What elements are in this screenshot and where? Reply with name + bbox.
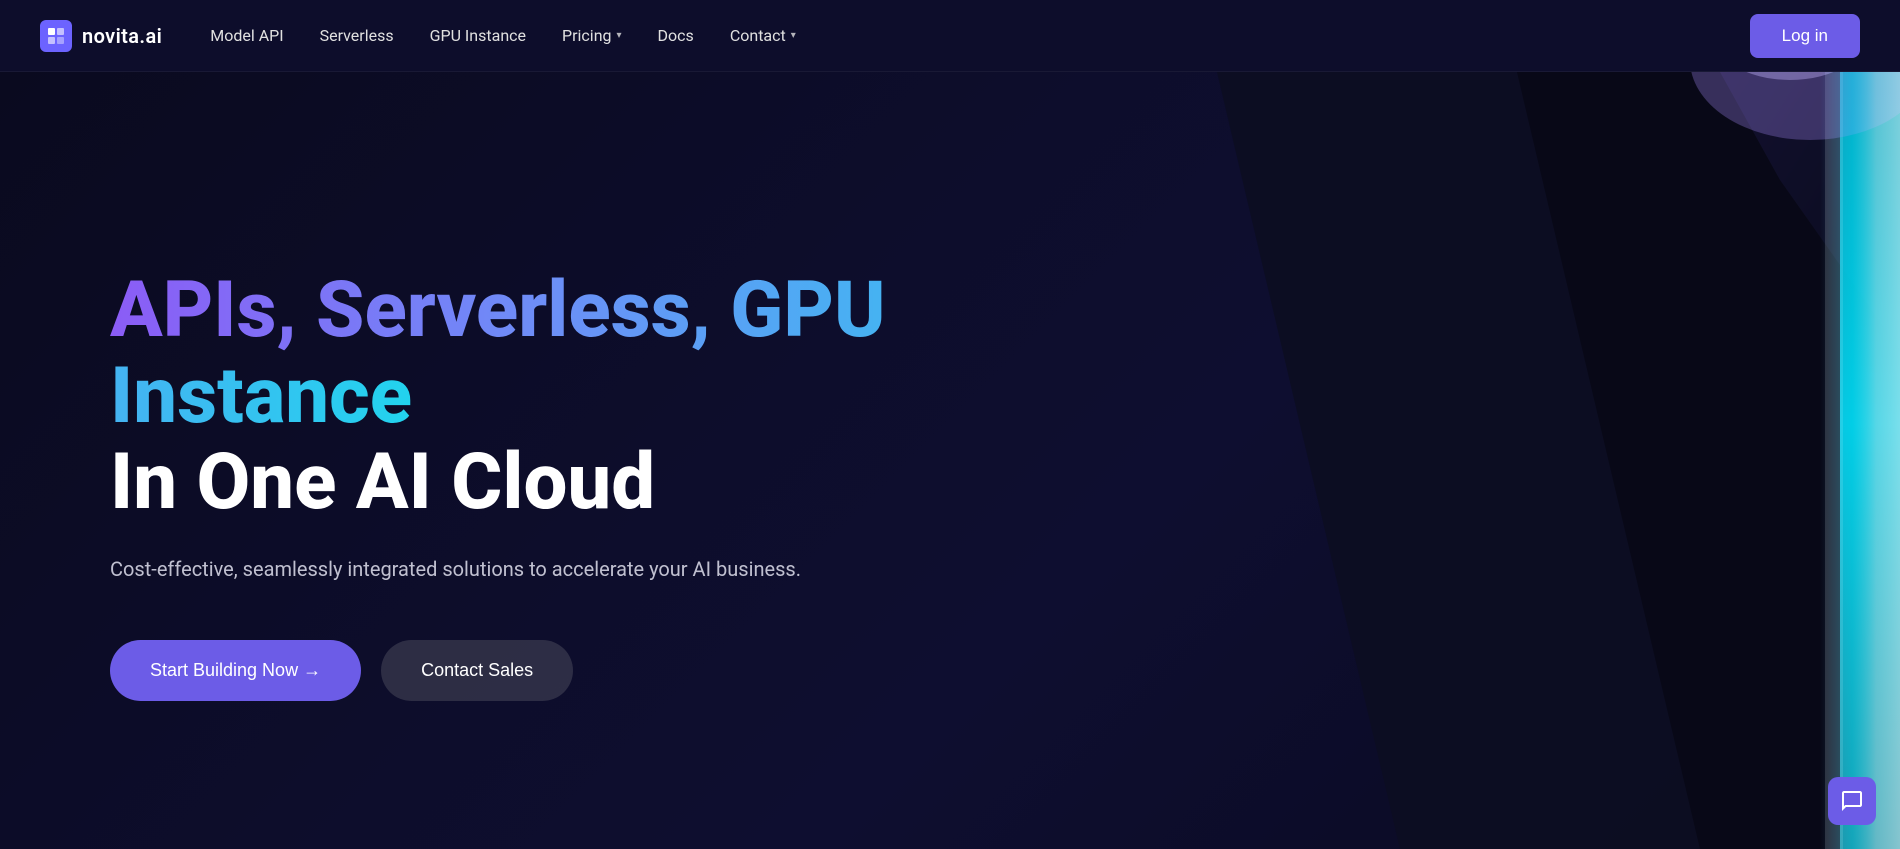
hero-subtitle: Cost-effective, seamlessly integrated so… — [110, 554, 900, 584]
contact-chevron-icon: ▾ — [791, 30, 796, 41]
hero-title: APIs, Serverless, GPU Instance In One AI… — [110, 268, 900, 525]
hero-title-white: In One AI Cloud — [110, 440, 900, 526]
contact-sales-button[interactable]: Contact Sales — [381, 640, 573, 701]
hero-title-gradient: APIs, Serverless, GPU Instance — [110, 265, 886, 442]
hero-content: APIs, Serverless, GPU Instance In One AI… — [0, 148, 900, 700]
nav-link-model-api[interactable]: Model API — [210, 26, 283, 45]
hero-buttons: Start Building Now → Contact Sales — [110, 640, 900, 701]
nav-link-docs[interactable]: Docs — [658, 26, 694, 45]
hero-section: APIs, Serverless, GPU Instance In One AI… — [0, 0, 1900, 849]
nav-links: Model API Serverless GPU Instance Pricin… — [210, 26, 796, 45]
chat-button[interactable] — [1828, 777, 1876, 825]
logo-icon — [40, 20, 72, 52]
start-building-button[interactable]: Start Building Now → — [110, 640, 361, 701]
nav-link-pricing[interactable]: Pricing ▾ — [562, 26, 622, 45]
navbar: novita.ai Model API Serverless GPU Insta… — [0, 0, 1900, 72]
login-button[interactable]: Log in — [1750, 14, 1860, 58]
logo[interactable]: novita.ai — [40, 20, 162, 52]
chat-icon — [1840, 789, 1864, 813]
pricing-chevron-icon: ▾ — [617, 30, 622, 41]
nav-link-gpu-instance[interactable]: GPU Instance — [430, 26, 526, 45]
nav-link-serverless[interactable]: Serverless — [320, 26, 394, 45]
brand-name: novita.ai — [82, 24, 162, 48]
nav-link-contact[interactable]: Contact ▾ — [730, 26, 796, 45]
hero-graphic — [1200, 0, 1900, 849]
navbar-left: novita.ai Model API Serverless GPU Insta… — [40, 20, 796, 52]
navbar-right: Log in — [1750, 14, 1860, 58]
